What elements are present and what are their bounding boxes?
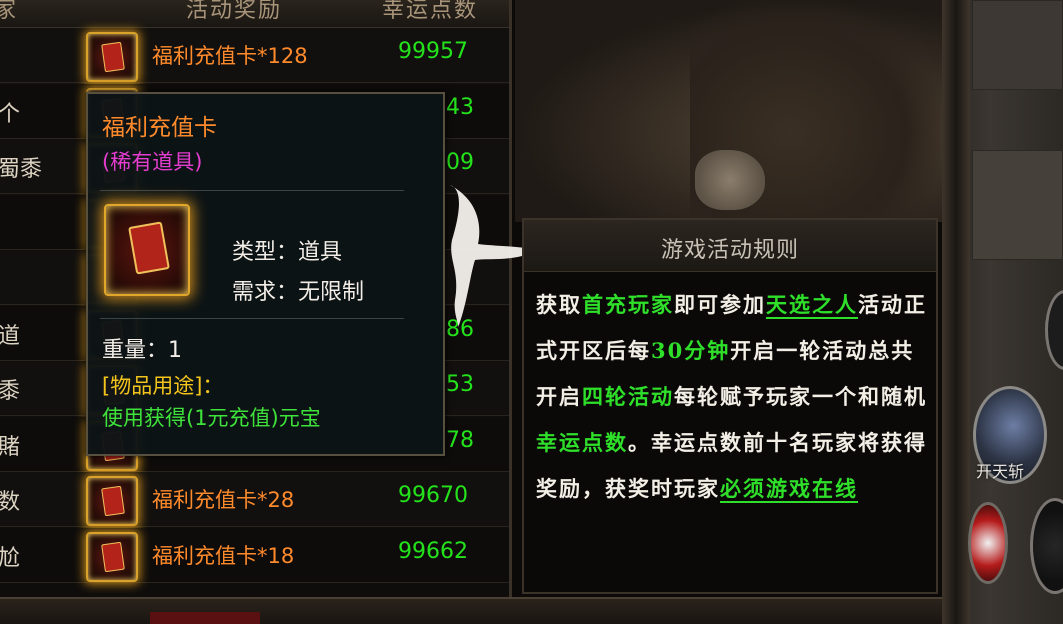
ranking-header: 家 活动奖励 幸运点数 — [0, 0, 509, 28]
rules-highlight: 30分钟 — [651, 338, 731, 363]
player-name: 黍 — [0, 379, 21, 404]
rules-highlight: 天选之人 — [766, 292, 858, 319]
rules-text-segment: 即可参加 — [674, 292, 766, 317]
ranking-row[interactable]: 福利充值卡*128 99957 — [0, 28, 509, 83]
player-name: 蜀黍 — [0, 157, 43, 182]
lucky-points: 99662 — [398, 538, 468, 564]
lucky-points: 09 — [446, 150, 474, 175]
header-reward-col: 活动奖励 — [186, 0, 283, 23]
red-card-icon — [104, 204, 190, 296]
rules-title-bar: 游戏活动规则 — [524, 220, 936, 272]
rules-text: 获取首充玩家即可参加天选之人活动正式开区后每30分钟开启一轮活动总共开启四轮活动… — [536, 282, 932, 512]
tooltip-weight: 重量：1 — [102, 338, 182, 363]
rules-title: 游戏活动规则 — [660, 238, 799, 263]
ranking-row[interactable]: 尬 福利充值卡*18 99662 — [0, 527, 509, 583]
character-hand — [695, 150, 765, 210]
reward-text: 福利充值卡*128 — [152, 44, 308, 68]
rules-text-segment: 每轮赋予玩家一个和随机 — [674, 384, 927, 409]
player-name: 尬 — [0, 545, 21, 571]
lucky-points: 43 — [446, 94, 474, 120]
player-name: 数 — [0, 490, 21, 515]
rules-text-segment: 获取 — [536, 292, 582, 317]
reward-text: 福利充值卡*28 — [152, 488, 295, 512]
red-card-icon[interactable] — [86, 531, 138, 582]
tooltip-usage-description: 使用获得(1元充值)元宝 — [102, 406, 321, 430]
header-points-col: 幸运点数 — [382, 0, 479, 23]
bottom-frame — [0, 597, 942, 624]
lucky-points: 99957 — [398, 39, 468, 64]
tooltip-divider — [100, 318, 404, 319]
bottom-red-accent — [150, 612, 260, 624]
rules-highlight: 四轮活动 — [582, 384, 674, 409]
player-name: 道 — [0, 323, 21, 349]
tooltip-requirement: 需求：无限制 — [232, 280, 365, 305]
side-red-button[interactable] — [968, 502, 1008, 584]
red-card-icon[interactable] — [86, 32, 138, 82]
map-tile — [972, 0, 1063, 90]
rules-panel: 游戏活动规则 获取首充玩家即可参加天选之人活动正式开区后每30分钟开启一轮活动总… — [522, 218, 938, 594]
red-card-icon[interactable] — [86, 476, 138, 526]
tooltip-type: 类型：道具 — [232, 240, 343, 265]
lucky-points: 78 — [446, 427, 474, 453]
tooltip-item-name: 福利充值卡 — [102, 115, 217, 141]
lucky-points: 99670 — [398, 483, 468, 508]
item-tooltip: 福利充值卡 (稀有道具) 类型：道具 需求：无限制 重量：1 [物品用途]： 使… — [86, 92, 445, 456]
player-name: 个 — [0, 101, 21, 127]
rules-highlight: 必须游戏在线 — [720, 476, 858, 503]
tooltip-usage-label: [物品用途]： — [102, 374, 224, 398]
rules-highlight: 首充玩家 — [582, 292, 674, 317]
tooltip-divider — [100, 190, 404, 191]
side-frame — [942, 0, 970, 624]
ranking-row[interactable]: 数 福利充值卡*28 99670 — [0, 472, 509, 527]
rules-highlight: 幸运点数 — [536, 430, 628, 455]
player-name: 賭 — [0, 434, 21, 460]
map-tile — [972, 150, 1063, 260]
skill-label: 开天斩 — [976, 462, 1025, 481]
reward-text: 福利充值卡*18 — [152, 543, 295, 568]
lucky-points: 53 — [446, 372, 474, 397]
tooltip-rarity: (稀有道具) — [102, 150, 203, 174]
header-name-col: 家 — [0, 0, 19, 23]
